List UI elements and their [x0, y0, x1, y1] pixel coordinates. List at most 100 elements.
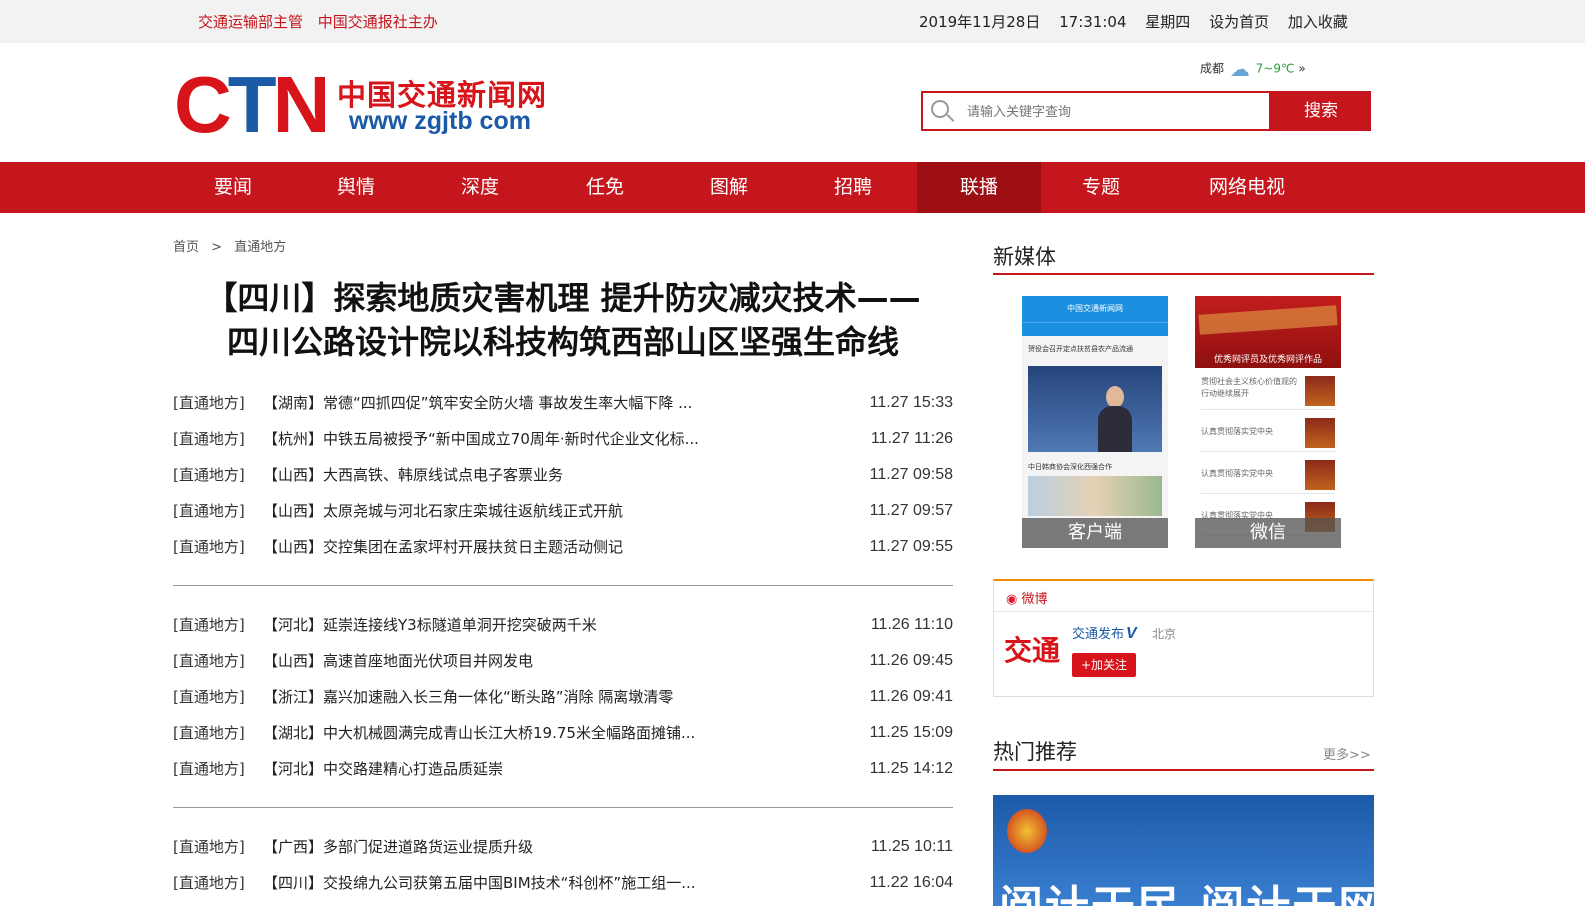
hot-heading: 热门推荐 [993, 740, 1077, 764]
app-news-image [1028, 366, 1162, 452]
news-headline[interactable]: 【四川】交投绵九公司获第五届中国BIM技术“科创杯”施工组一... [263, 865, 733, 901]
wechat-article: 认真贯彻落实党中央 [1201, 456, 1335, 494]
search-box [921, 91, 1271, 131]
news-row[interactable]: [直通地方] 【山西】交控集团在孟家坪村开展扶贫日主题活动侧记 11.27 09:5… [173, 529, 953, 565]
weibo-title: ◉ 微博 [1006, 592, 1048, 607]
new-media-heading: 新媒体 [993, 245, 1056, 269]
app-news-image [1028, 476, 1162, 516]
news-category[interactable]: [直通地方] [173, 529, 245, 565]
search-icon [931, 100, 955, 122]
weather-city: 成都 [1200, 61, 1225, 76]
nav-item-tv[interactable]: 网络电视 [1182, 162, 1312, 213]
news-row[interactable]: [直通地方] 【湖南】常德“四抓四促”筑牢安全防火墙 事故发生率大幅下降 ... 1… [173, 385, 953, 421]
news-headline[interactable]: 【山西】大西高铁、韩原线试点电子客票业务 [263, 457, 733, 493]
nav-item-tujie[interactable]: 图解 [669, 162, 789, 213]
news-row[interactable]: [直通地方] 【湖北】中大机械圆满完成青山长江大桥19.75米全幅路面摊铺... 1… [173, 715, 953, 751]
rain-cloud-icon: ☁ [1229, 57, 1250, 81]
news-row[interactable]: [直通地方] 【杭州】中铁五局被授予“新中国成立70周年·新时代企业文化标... 1… [173, 421, 953, 457]
wechat-banner-text: 优秀网评员及优秀网评作品 [1213, 355, 1322, 365]
weather-temp: 7~9℃ [1255, 61, 1295, 76]
app-client-preview[interactable]: 中国交通新闻网 贺役会召开定点扶贫县农产品流通 中日韩商协会深化西强合作 客户端 [1022, 296, 1168, 548]
weibo-divider [994, 611, 1373, 612]
article-title[interactable]: 【四川】探索地质灾害机理 提升防灾减灾技术—— 四川公路设计院以科技构筑西部山区… [173, 276, 953, 364]
follow-button[interactable]: +加关注 [1072, 653, 1136, 677]
news-category[interactable]: [直通地方] [173, 493, 245, 529]
current-date: 2019年11月28日 [919, 13, 1041, 31]
news-row[interactable]: [直通地方] 【河北】延崇连接线Y3标隧道单洞开挖突破两千米 11.26 11:10 [173, 607, 953, 643]
news-headline[interactable]: 【河北】延崇连接线Y3标隧道单洞开挖突破两千米 [263, 607, 733, 643]
weibo-location: 北京 [1152, 627, 1177, 641]
news-category[interactable]: [直通地方] [173, 715, 245, 751]
news-category[interactable]: [直通地方] [173, 421, 245, 457]
news-headline[interactable]: 【山西】高速首座地面光伏项目并网发电 [263, 643, 733, 679]
sponsor-ministry: 交通运输部主管 [198, 13, 304, 31]
national-emblem-icon [1007, 809, 1047, 853]
news-time: 11.27 09:58 [869, 466, 953, 483]
news-category[interactable]: [直通地方] [173, 751, 245, 787]
weibo-account-name[interactable]: 交通发布 V [1072, 623, 1137, 643]
wechat-article-title: 认真贯彻落实党中央 [1201, 427, 1273, 436]
news-time: 11.27 15:33 [869, 394, 953, 411]
breadcrumb-separator: > [211, 240, 223, 255]
site-logo[interactable]: CTN 中国交通新闻网 www zgjtb com [174, 65, 574, 146]
breadcrumb-current[interactable]: 直通地方 [234, 240, 286, 255]
app-client-label: 客户端 [1022, 518, 1168, 548]
add-favorite-link[interactable]: 加入收藏 [1288, 13, 1348, 31]
news-row[interactable]: [直通地方] 【河北】中交路建精心打造品质延崇 11.25 14:12 [173, 751, 953, 787]
news-headline[interactable]: 【河北】中交路建精心打造品质延崇 [263, 751, 733, 787]
nav-item-zhaopin[interactable]: 招聘 [793, 162, 913, 213]
news-category[interactable]: [直通地方] [173, 385, 245, 421]
news-headline[interactable]: 【浙江】嘉兴加速融入长三角一体化“断头路”消除 隔离墩清零 [263, 679, 733, 715]
news-list-group: [直通地方] 【湖南】常德“四抓四促”筑牢安全防火墙 事故发生率大幅下降 ... 1… [173, 385, 953, 565]
wechat-preview[interactable]: 优秀网评员及优秀网评作品 贯彻社会主义核心价值观的行动继续展开 认真贯彻落实党中… [1195, 296, 1341, 548]
nav-item-lianbo[interactable]: 联播 [917, 162, 1041, 213]
wechat-article-title: 贯彻社会主义核心价值观的行动继续展开 [1201, 377, 1297, 398]
news-time: 11.25 14:12 [869, 760, 953, 777]
hot-underline [993, 769, 1374, 771]
app-content: 贺役会召开定点扶贫县农产品流通 中日韩商协会深化西强合作 [1022, 336, 1168, 548]
weather-widget[interactable]: 成都 ☁ 7~9℃ » [1200, 57, 1306, 81]
verified-icon: V [1126, 625, 1137, 642]
news-row[interactable]: [直通地方] 【山西】大西高铁、韩原线试点电子客票业务 11.27 09:58 [173, 457, 953, 493]
news-headline[interactable]: 【湖南】常德“四抓四促”筑牢安全防火墙 事故发生率大幅下降 ... [263, 385, 733, 421]
news-row[interactable]: [直通地方] 【山西】太原尧城与河北石家庄栾城往返航线正式开航 11.27 09:5… [173, 493, 953, 529]
news-category[interactable]: [直通地方] [173, 865, 245, 901]
nav-item-yuqing[interactable]: 舆情 [296, 162, 416, 213]
weibo-avatar[interactable]: 交通 [1004, 629, 1060, 669]
news-list-group: [直通地方] 【广西】多部门促进道路货运业提质升级 11.25 10:11 [直通地… [173, 829, 953, 901]
news-time: 11.25 10:11 [870, 838, 953, 855]
logo-url: www zgjtb com [349, 107, 531, 135]
search-button[interactable]: 搜索 [1271, 91, 1371, 131]
nav-item-shendu[interactable]: 深度 [420, 162, 540, 213]
news-row[interactable]: [直通地方] 【山西】高速首座地面光伏项目并网发电 11.26 09:45 [173, 643, 953, 679]
news-category[interactable]: [直通地方] [173, 607, 245, 643]
current-weekday: 星期四 [1145, 13, 1191, 31]
news-headline[interactable]: 【广西】多部门促进道路货运业提质升级 [263, 829, 733, 865]
nav-item-yaowen[interactable]: 要闻 [173, 162, 293, 213]
more-link[interactable]: 更多>> [1323, 744, 1371, 763]
hot-banner[interactable]: 阅计于民 阅计于网 [993, 795, 1374, 906]
news-time: 11.27 09:55 [869, 538, 953, 555]
news-row[interactable]: [直通地方] 【四川】交投绵九公司获第五届中国BIM技术“科创杯”施工组一... 1… [173, 865, 953, 901]
news-time: 11.27 11:26 [870, 430, 953, 447]
news-headline[interactable]: 【山西】交控集团在孟家坪村开展扶贫日主题活动侧记 [263, 529, 733, 565]
news-category[interactable]: [直通地方] [173, 643, 245, 679]
news-time: 11.22 16:04 [869, 874, 953, 891]
current-time: 17:31:04 [1059, 13, 1127, 31]
nav-item-zhuanti[interactable]: 专题 [1041, 162, 1161, 213]
news-headline[interactable]: 【杭州】中铁五局被授予“新中国成立70周年·新时代企业文化标... [263, 421, 733, 457]
weibo-widget: ◉ 微博 交通 交通发布 V 北京 +加关注 [993, 579, 1374, 697]
news-category[interactable]: [直通地方] [173, 829, 245, 865]
news-headline[interactable]: 【湖北】中大机械圆满完成青山长江大桥19.75米全幅路面摊铺... [263, 715, 733, 751]
news-category[interactable]: [直通地方] [173, 457, 245, 493]
news-row[interactable]: [直通地方] 【广西】多部门促进道路货运业提质升级 11.25 10:11 [173, 829, 953, 865]
weather-more-icon[interactable]: » [1298, 62, 1305, 76]
set-home-link[interactable]: 设为首页 [1209, 13, 1269, 31]
news-list-group: [直通地方] 【河北】延崇连接线Y3标隧道单洞开挖突破两千米 11.26 11:10… [173, 607, 953, 787]
news-headline[interactable]: 【山西】太原尧城与河北石家庄栾城往返航线正式开航 [263, 493, 733, 529]
search-input[interactable] [967, 101, 1257, 123]
breadcrumb-home[interactable]: 首页 [173, 240, 199, 255]
news-row[interactable]: [直通地方] 【浙江】嘉兴加速融入长三角一体化“断头路”消除 隔离墩清零 11.26… [173, 679, 953, 715]
nav-item-renmian[interactable]: 任免 [545, 162, 665, 213]
news-category[interactable]: [直通地方] [173, 679, 245, 715]
